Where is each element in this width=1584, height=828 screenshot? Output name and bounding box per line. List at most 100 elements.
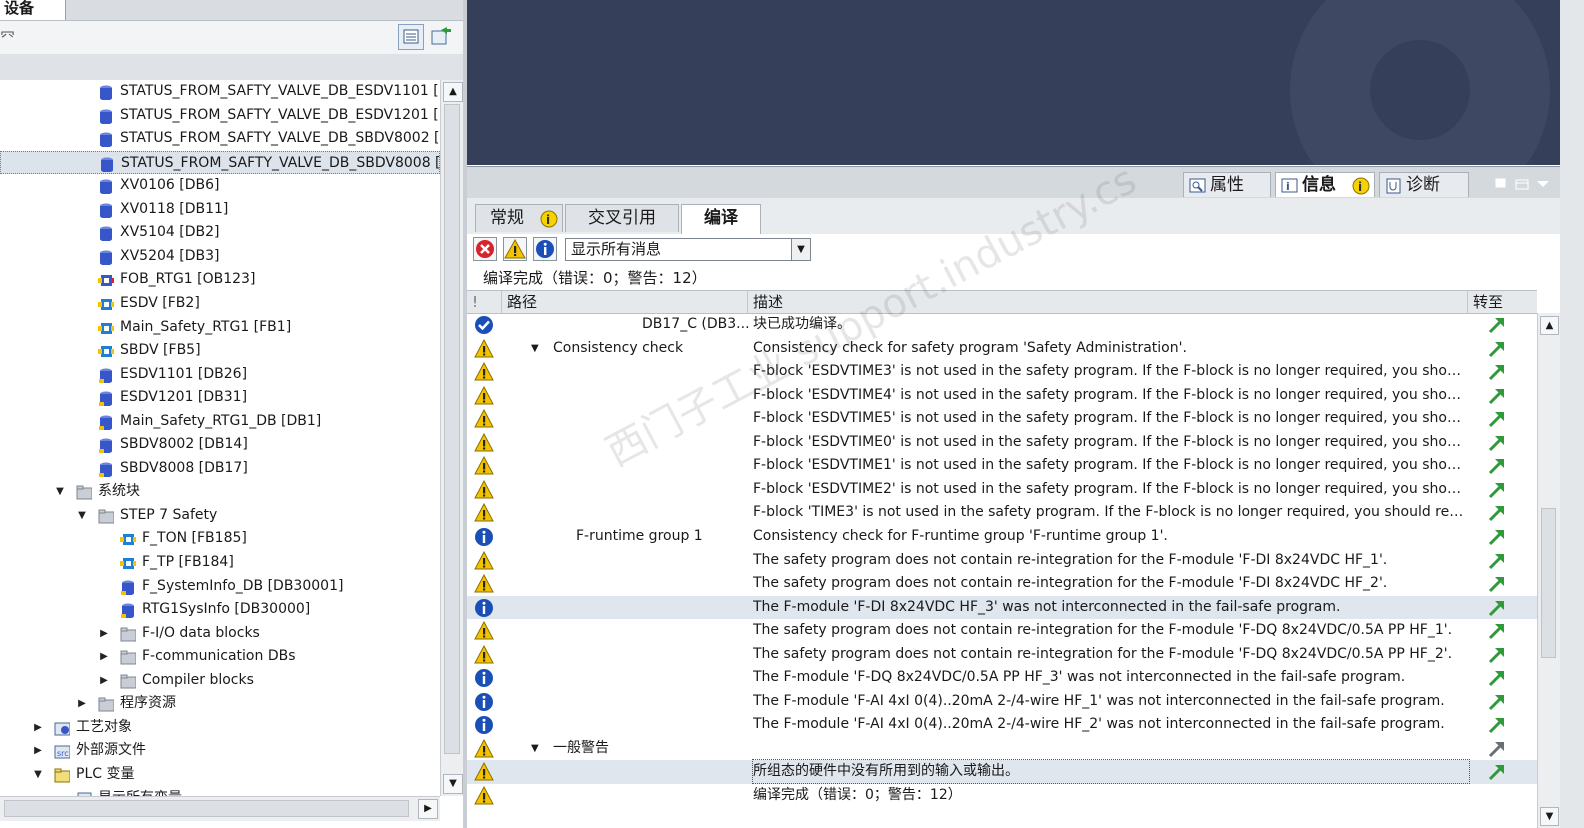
tree-item[interactable]: Main_Safety_RTG1_DB [DB1]: [0, 410, 440, 433]
tree-item[interactable]: ▶ 程序资源: [0, 692, 440, 715]
expand-arrow-right-icon[interactable]: ▶: [76, 692, 88, 715]
goto-arrow-icon[interactable]: [1487, 503, 1507, 523]
expand-arrow-down-icon[interactable]: ▼: [32, 763, 44, 786]
message-row[interactable]: ▼ Consistency check Consistency check for …: [467, 337, 1537, 361]
goto-arrow-icon[interactable]: [1487, 621, 1507, 641]
messages-vertical-scrollbar[interactable]: ▲ ▼: [1537, 313, 1560, 828]
goto-arrow-icon[interactable]: [1487, 551, 1507, 571]
tree-item[interactable]: ▶ src 外部源文件: [0, 739, 440, 762]
tree-item[interactable]: F_TP [FB184]: [0, 551, 440, 574]
message-filter-select[interactable]: 显示所有消息 ▼: [565, 238, 811, 261]
goto-arrow-icon[interactable]: [1487, 433, 1507, 453]
subtab-general[interactable]: 常规 i: [475, 204, 563, 232]
message-row[interactable]: F-block 'TIME3' is not used in the safet…: [467, 501, 1537, 525]
tab-devices[interactable]: 设备: [0, 0, 66, 20]
goto-arrow-icon[interactable]: [1487, 456, 1507, 476]
tree-item[interactable]: ESDV1101 [DB26]: [0, 363, 440, 386]
subtab-compile[interactable]: 编译: [681, 204, 761, 234]
column-goto[interactable]: 转至: [1467, 291, 1537, 313]
tree-item[interactable]: ▶ F-communication DBs: [0, 645, 440, 668]
goto-arrow-icon[interactable]: [1487, 386, 1507, 406]
message-row[interactable]: The F-module 'F-DI 8x24VDC HF_3' was not…: [467, 595, 1537, 620]
goto-arrow-icon[interactable]: [1487, 715, 1507, 735]
message-row[interactable]: ▼ 一般警告: [467, 737, 1537, 761]
goto-arrow-icon[interactable]: [1487, 668, 1507, 688]
tree-item[interactable]: ▶ Compiler blocks: [0, 669, 440, 692]
message-row[interactable]: The F-module 'F-DQ 8x24VDC/0.5A PP HF_3'…: [467, 666, 1537, 690]
message-row[interactable]: 所组态的硬件中没有所用到的输入或输出。: [467, 759, 1537, 785]
filter-info-button[interactable]: [533, 237, 557, 261]
panel-window-controls[interactable]: [1492, 176, 1552, 192]
tree-item[interactable]: ▼ PLC 变量: [0, 763, 440, 786]
tree-item[interactable]: STATUS_FROM_SAFTY_VALVE_DB_SBDV8002 [...: [0, 127, 440, 150]
tree-item[interactable]: RTG1SysInfo [DB30000]: [0, 598, 440, 621]
tree-item[interactable]: Main_Safety_RTG1 [FB1]: [0, 316, 440, 339]
tree-horizontal-scrollbar[interactable]: ▶: [0, 796, 440, 821]
goto-arrow-icon[interactable]: [1487, 598, 1507, 618]
goto-arrow-icon[interactable]: [1487, 762, 1507, 782]
tree-item[interactable]: ▶ 工艺对象: [0, 716, 440, 739]
goto-arrow-icon[interactable]: [1487, 739, 1507, 759]
expand-arrow-down-icon[interactable]: ▼: [76, 504, 88, 527]
expand-arrow-right-icon[interactable]: ▶: [98, 645, 110, 668]
tree-item[interactable]: XV5204 [DB3]: [0, 245, 440, 268]
tree-hscroll-thumb[interactable]: [4, 800, 409, 817]
expand-arrow-right-icon[interactable]: ▶: [32, 739, 44, 762]
tree-item[interactable]: ESDV [FB2]: [0, 292, 440, 315]
scroll-down-icon[interactable]: ▼: [1540, 807, 1559, 826]
tab-info[interactable]: i 信息 i: [1275, 172, 1375, 197]
column-flag[interactable]: !: [467, 291, 501, 313]
message-row[interactable]: The F-module 'F-AI 4xI 0(4)..20mA 2-/4-w…: [467, 713, 1537, 737]
tree-item[interactable]: ▼ STEP 7 Safety: [0, 504, 440, 527]
expand-arrow-right-icon[interactable]: ▶: [98, 669, 110, 692]
tab-diagnostics[interactable]: 诊断: [1379, 172, 1469, 197]
expand-arrow-down-icon[interactable]: ▼: [531, 337, 539, 360]
tree-item[interactable]: SBDV8008 [DB17]: [0, 457, 440, 480]
message-row[interactable]: F-runtime group 1 Consistency check for F…: [467, 525, 1537, 549]
message-row[interactable]: F-block 'ESDVTIME2' is not used in the s…: [467, 478, 1537, 502]
message-row[interactable]: The safety program does not contain re-i…: [467, 643, 1537, 667]
tree-scroll-thumb[interactable]: [444, 104, 460, 754]
filter-warnings-button[interactable]: [503, 237, 527, 261]
tree-item[interactable]: SBDV [FB5]: [0, 339, 440, 362]
message-row[interactable]: F-block 'ESDVTIME3' is not used in the s…: [467, 360, 1537, 384]
tab-properties[interactable]: 属性: [1183, 172, 1271, 197]
detail-view-button[interactable]: [398, 24, 424, 50]
expand-arrow-down-icon[interactable]: ▼: [531, 737, 539, 760]
tree-item[interactable]: F_SystemInfo_DB [DB30001]: [0, 575, 440, 598]
message-row[interactable]: DB17_C (DB3... 块已成功编译。: [467, 313, 1537, 337]
column-path[interactable]: 路径: [501, 291, 747, 313]
message-row[interactable]: The safety program does not contain re-i…: [467, 549, 1537, 573]
tree-item[interactable]: STATUS_FROM_SAFTY_VALVE_DB_ESDV1201 [...: [0, 104, 440, 127]
tree-item[interactable]: F_TON [FB185]: [0, 527, 440, 550]
scroll-up-icon[interactable]: ▲: [443, 82, 463, 102]
tree-item[interactable]: ESDV1201 [DB31]: [0, 386, 440, 409]
expand-arrow-right-icon[interactable]: ▶: [32, 716, 44, 739]
tree-item[interactable]: XV0118 [DB11]: [0, 198, 440, 221]
scroll-up-icon[interactable]: ▲: [1540, 316, 1559, 335]
chevron-down-icon[interactable]: ▼: [791, 239, 810, 260]
goto-arrow-icon[interactable]: [1487, 574, 1507, 594]
filter-errors-button[interactable]: [473, 237, 497, 261]
goto-arrow-icon[interactable]: [1487, 362, 1507, 382]
tree-item[interactable]: STATUS_FROM_SAFTY_VALVE_DB_SBDV8008 [...: [0, 150, 440, 174]
tree-item[interactable]: ▶ F-I/O data blocks: [0, 622, 440, 645]
goto-arrow-icon[interactable]: [1487, 315, 1507, 335]
add-device-button[interactable]: [428, 24, 454, 50]
tree-item[interactable]: SBDV8002 [DB14]: [0, 433, 440, 456]
goto-arrow-icon[interactable]: [1487, 339, 1507, 359]
message-row[interactable]: F-block 'ESDVTIME0' is not used in the s…: [467, 431, 1537, 455]
tree-item[interactable]: FOB_RTG1 [OB123]: [0, 268, 440, 291]
message-row[interactable]: F-block 'ESDVTIME1' is not used in the s…: [467, 454, 1537, 478]
message-row[interactable]: The safety program does not contain re-i…: [467, 619, 1537, 643]
goto-arrow-icon[interactable]: [1487, 409, 1507, 429]
messages-scroll-thumb[interactable]: [1541, 508, 1556, 658]
tree-item[interactable]: STATUS_FROM_SAFTY_VALVE_DB_ESDV1101 [...: [0, 80, 440, 103]
message-row[interactable]: The safety program does not contain re-i…: [467, 572, 1537, 596]
goto-arrow-icon[interactable]: [1487, 692, 1507, 712]
subtab-cross-reference[interactable]: 交叉引用: [565, 204, 679, 232]
message-row[interactable]: F-block 'ESDVTIME4' is not used in the s…: [467, 384, 1537, 408]
scroll-right-icon[interactable]: ▶: [418, 799, 438, 819]
tree-item[interactable]: ▼ 系统块: [0, 480, 440, 503]
message-row[interactable]: The F-module 'F-AI 4xI 0(4)..20mA 2-/4-w…: [467, 690, 1537, 714]
